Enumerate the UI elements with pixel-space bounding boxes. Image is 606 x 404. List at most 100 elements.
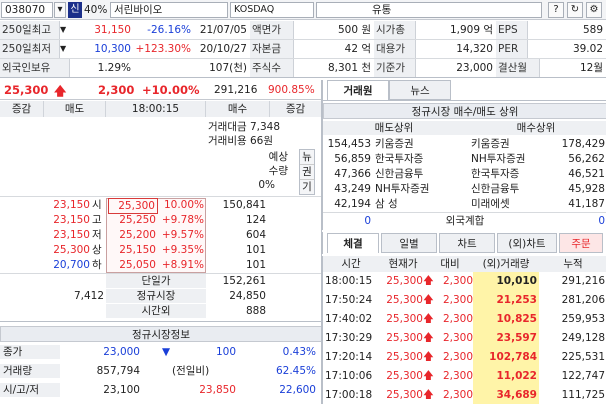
single-price-label: 단일가 <box>106 274 206 288</box>
price-rate: +9.35% <box>161 244 204 256</box>
bid-qty: 150,841 <box>222 199 266 211</box>
regular-volume: 857,794 <box>96 365 140 377</box>
info-value: 12월 <box>579 62 603 74</box>
buy-broker-name[interactable]: 신한금융투 <box>471 182 519 196</box>
help-button[interactable]: ? <box>548 2 564 18</box>
side-tab-other[interactable]: 기 <box>300 180 314 194</box>
buy-broker-qty: 45,928 <box>568 183 605 195</box>
margin-rate: 40% <box>84 4 108 16</box>
bid-qty: 101 <box>245 259 266 271</box>
code-dropdown-button[interactable]: ▾ <box>54 2 66 18</box>
foreign-sell-qty: 0 <box>364 215 371 227</box>
info-value: 42 억 <box>344 43 371 55</box>
info-value: 39.02 <box>572 43 603 55</box>
sell-broker-name[interactable]: 삼 성 <box>375 197 398 211</box>
tab-chart[interactable]: 차트 <box>439 233 495 253</box>
tab-foreign-chart[interactable]: (외)차트 <box>497 233 557 253</box>
bid-qty: 124 <box>245 214 266 226</box>
sell-broker-qty: 43,249 <box>334 183 371 195</box>
col-header: 시간 <box>323 256 379 272</box>
refresh-button[interactable]: ↻ <box>567 2 583 18</box>
foreign-holding: 1.29% <box>97 62 131 74</box>
regular-market-info: 정규시장정보 종가 23,000 ▼ 100 0.43% 거래량 857,794… <box>0 326 322 404</box>
info-label: 기준가 <box>374 59 416 77</box>
price-tag: 고 <box>92 214 102 226</box>
close-price: 23,000 <box>103 346 140 358</box>
high-250-rate: -26.16% <box>147 24 191 36</box>
buy-broker-qty: 41,187 <box>568 198 605 210</box>
market-field: KOSDAQ <box>230 2 314 18</box>
info-label: 250일최저 <box>0 40 60 58</box>
ask-qty: 25,300 <box>53 244 90 256</box>
tick-time: 17:30:29 <box>325 332 373 344</box>
trade-cost: 거래비용 66원 <box>208 135 273 147</box>
tick-cum: 111,725 <box>561 389 605 401</box>
tick-time: 17:20:14 <box>325 351 373 363</box>
open-price: 23,100 <box>103 384 140 396</box>
order-book: 증감 매도 18:00:15 매수 증감 거래대금 7,348 거래비용 66원… <box>0 101 322 329</box>
side-tab-news[interactable]: 뉴 <box>300 150 314 165</box>
gear-icon: ⚙ <box>589 4 599 15</box>
buy-broker-name[interactable]: 미래에셋 <box>471 197 510 211</box>
price-rate: +9.57% <box>161 229 204 241</box>
info-label: 결산월 <box>496 59 540 77</box>
trade-amount: 거래대금 7,348 <box>208 121 281 133</box>
price-summary: 25,300 🡅 2,300 +10.00% 291,216 900.85% <box>0 80 322 100</box>
col-header: (외)거래량 <box>473 256 539 272</box>
sell-broker-name[interactable]: 키움증권 <box>375 137 414 151</box>
broker-panel: 거래원 뉴스 정규시장 매수/매도 상위 매도상위 매수상위 154,453 키… <box>322 80 606 230</box>
expected-label: 예상 <box>268 151 288 163</box>
ask-qty: 23,150 <box>53 199 90 211</box>
tab-brokers[interactable]: 거래원 <box>327 80 389 100</box>
price-level-current[interactable]: 25,300 <box>108 198 158 214</box>
buy-broker-name[interactable]: 한국투자증 <box>471 167 519 181</box>
tick-change: 2,300 <box>442 294 473 306</box>
tick-change: 2,300 <box>442 332 473 344</box>
dropdown-icon[interactable]: ▼ <box>60 25 66 34</box>
price-level[interactable]: 25,200 <box>108 228 158 242</box>
expected-rate: 0% <box>258 179 275 191</box>
low-price: 22,600 <box>279 384 316 396</box>
tick-time: 17:50:24 <box>325 294 373 306</box>
tick-change: 2,300 <box>442 370 473 382</box>
tick-time: 17:40:02 <box>325 313 373 325</box>
info-value: 23,000 <box>456 62 493 74</box>
tab-daily[interactable]: 일별 <box>381 233 437 253</box>
info-label: PER <box>496 40 528 58</box>
low-250-rate: +123.30% <box>135 43 191 55</box>
sector-field: 유통 <box>316 2 542 18</box>
settings-button[interactable]: ⚙ <box>586 2 602 18</box>
tick-volume: 10,825 <box>496 313 537 325</box>
tick-time: 17:00:18 <box>325 389 373 401</box>
stock-name-field[interactable]: 서린바이오 <box>110 2 228 18</box>
sell-broker-name[interactable]: 한국투자증 <box>375 152 423 166</box>
help-icon: ? <box>553 4 559 15</box>
tick-change: 2,300 <box>442 389 473 401</box>
tab-ticks[interactable]: 체결 <box>327 233 379 253</box>
tab-order[interactable]: 주문 <box>559 233 603 253</box>
tab-news[interactable]: 뉴스 <box>389 80 451 100</box>
info-value: 589 <box>582 24 603 36</box>
price-level[interactable]: 25,250 <box>108 213 158 227</box>
buy-broker-name[interactable]: NH투자증권 <box>471 152 525 166</box>
sell-broker-qty: 56,859 <box>334 153 371 165</box>
dropdown-icon[interactable]: ▼ <box>60 44 66 53</box>
sell-broker-qty: 154,453 <box>327 138 371 150</box>
foreign-buy-qty: 0 <box>598 215 605 227</box>
info-label: EPS <box>496 21 528 39</box>
expected-qty-label: 수량 <box>268 165 288 177</box>
stock-code-input[interactable]: 038070 <box>1 2 53 18</box>
sell-broker-qty: 47,366 <box>334 168 371 180</box>
sell-broker-name[interactable]: NH투자증권 <box>375 182 429 196</box>
col-header: 매도 <box>44 101 106 117</box>
sell-broker-name[interactable]: 신한금융투 <box>375 167 423 181</box>
tick-volume: 23,597 <box>496 332 537 344</box>
price-rate: +9.78% <box>161 214 204 226</box>
side-tab-rights[interactable]: 권 <box>300 165 314 180</box>
high-250-price: 31,150 <box>94 24 131 36</box>
price-level[interactable]: 25,050 <box>108 258 158 272</box>
volume-rate: 900.85% <box>268 84 315 96</box>
buy-broker-name[interactable]: 키움증권 <box>471 137 510 151</box>
price-level[interactable]: 25,150 <box>108 243 158 257</box>
up-arrow-icon: 🡅 <box>54 84 67 98</box>
